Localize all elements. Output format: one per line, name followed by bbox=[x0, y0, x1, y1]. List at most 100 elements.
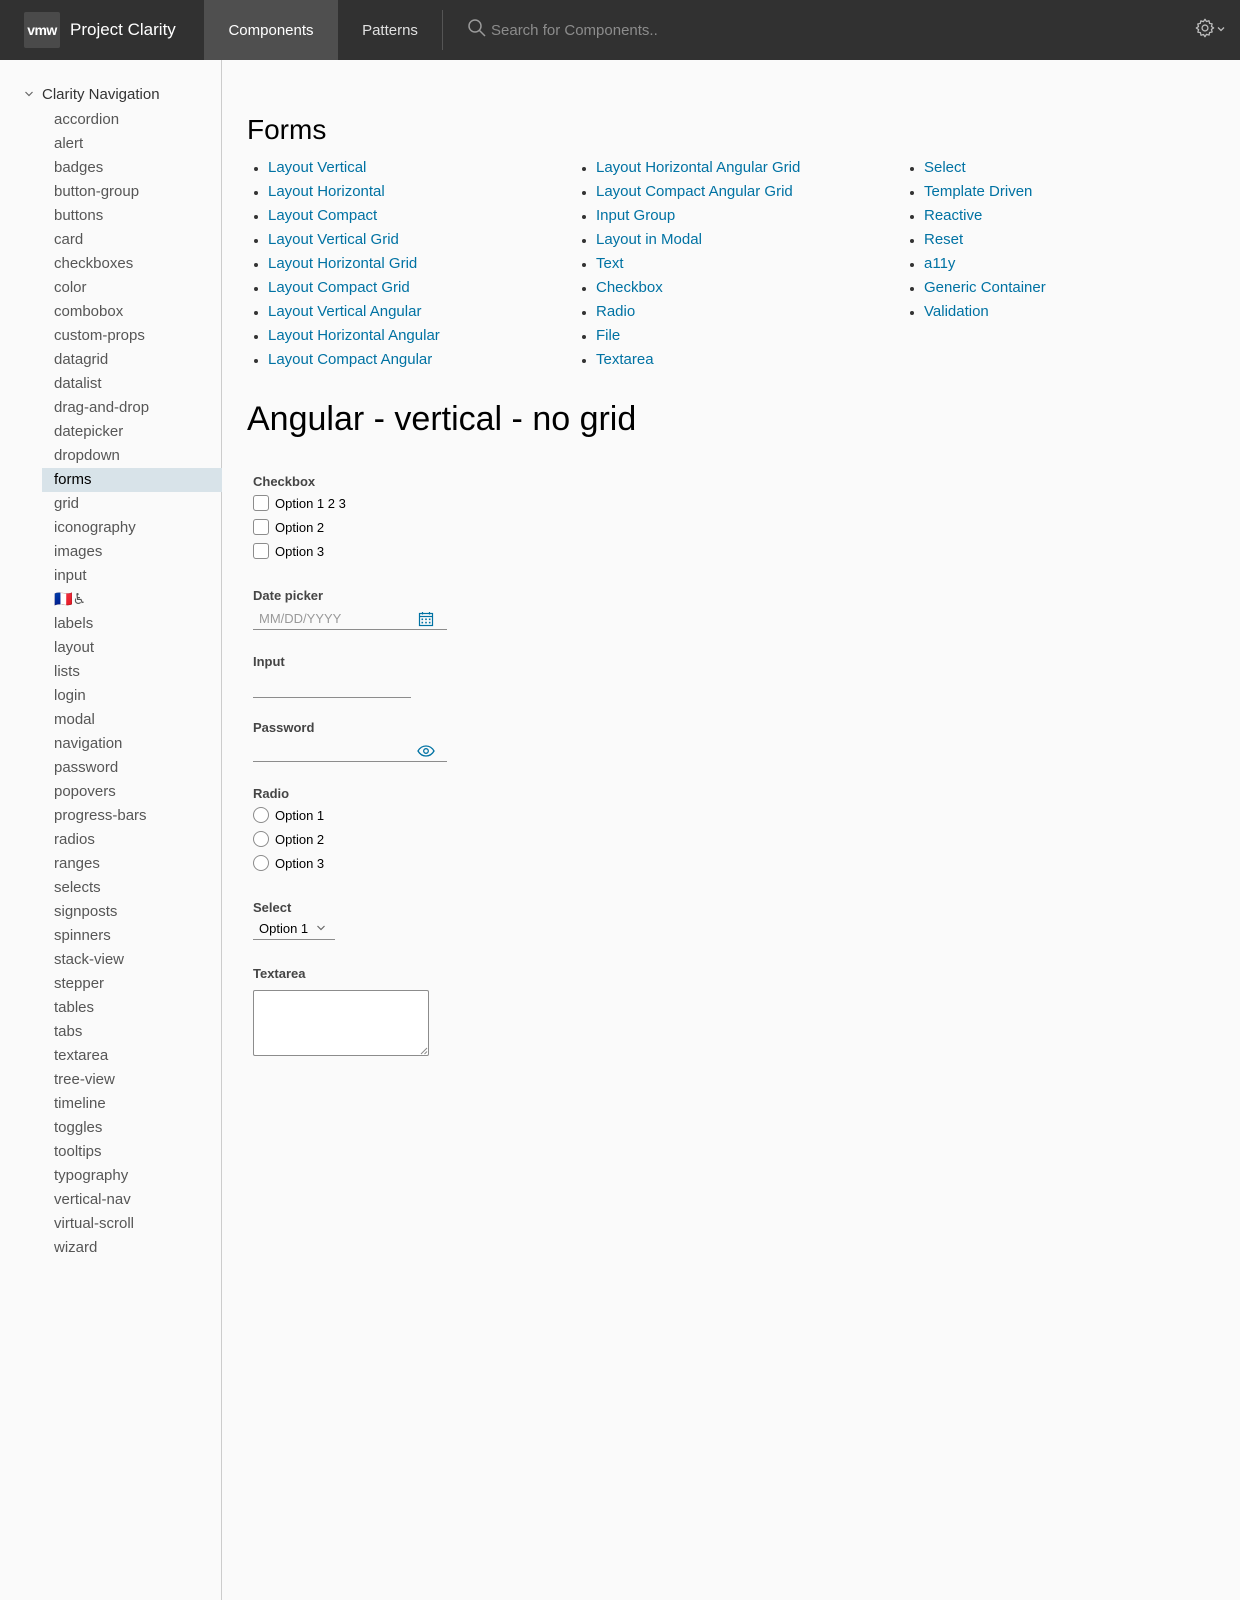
link-layout-horizontal-angular[interactable]: Layout Horizontal Angular bbox=[268, 324, 440, 348]
checkbox-option-1[interactable]: Option 1 2 3 bbox=[253, 495, 346, 511]
link-radio[interactable]: Radio bbox=[596, 300, 800, 324]
sidebar-item-forms[interactable]: forms bbox=[42, 468, 222, 492]
checkbox[interactable] bbox=[253, 543, 269, 559]
link-validation[interactable]: Validation bbox=[924, 300, 1046, 324]
sidebar-item-navigation[interactable]: navigation bbox=[42, 732, 222, 756]
sidebar-item-progress-bars[interactable]: progress-bars bbox=[42, 804, 222, 828]
sidebar-item-custom-props[interactable]: custom-props bbox=[42, 324, 222, 348]
radio-button[interactable] bbox=[253, 831, 269, 847]
sidebar-item-toggles[interactable]: toggles bbox=[42, 1116, 222, 1140]
sidebar-item-login[interactable]: login bbox=[42, 684, 222, 708]
chevron-down-icon[interactable] bbox=[24, 86, 34, 103]
sidebar-item-textarea[interactable]: textarea bbox=[42, 1044, 222, 1068]
sidebar-item-images[interactable]: images bbox=[42, 540, 222, 564]
radio-option-1[interactable]: Option 1 bbox=[253, 807, 324, 823]
checkbox[interactable] bbox=[253, 519, 269, 535]
sidebar-item-datagrid[interactable]: datagrid bbox=[42, 348, 222, 372]
eye-icon[interactable] bbox=[417, 742, 435, 760]
sidebar-item-datalist[interactable]: datalist bbox=[42, 372, 222, 396]
sidebar-item-virtual-scroll[interactable]: virtual-scroll bbox=[42, 1212, 222, 1236]
sidebar-item-button-group[interactable]: button-group bbox=[42, 180, 222, 204]
link-layout-horizontal-angular-grid[interactable]: Layout Horizontal Angular Grid bbox=[596, 156, 800, 180]
sidebar-item-timeline[interactable]: timeline bbox=[42, 1092, 222, 1116]
link-reactive[interactable]: Reactive bbox=[924, 204, 1046, 228]
link-a11y[interactable]: a11y bbox=[924, 252, 1046, 276]
tab-patterns[interactable]: Patterns bbox=[338, 0, 442, 60]
radio-button[interactable] bbox=[253, 855, 269, 871]
tab-components[interactable]: Components bbox=[204, 0, 338, 60]
search-bar[interactable] bbox=[453, 0, 1194, 60]
sidebar-item-lists[interactable]: lists bbox=[42, 660, 222, 684]
sidebar-item-labels[interactable]: labels bbox=[42, 612, 222, 636]
sidebar-item-stepper[interactable]: stepper bbox=[42, 972, 222, 996]
sidebar-item-input[interactable]: input bbox=[42, 564, 222, 588]
link-textarea[interactable]: Textarea bbox=[596, 348, 800, 372]
sidebar-item-alert[interactable]: alert bbox=[42, 132, 222, 156]
gear-icon[interactable] bbox=[1194, 17, 1216, 44]
sidebar-item-card[interactable]: card bbox=[42, 228, 222, 252]
link-generic-container[interactable]: Generic Container bbox=[924, 276, 1046, 300]
sidebar-item-tree-view[interactable]: tree-view bbox=[42, 1068, 222, 1092]
sidebar-item-stack-view[interactable]: stack-view bbox=[42, 948, 222, 972]
link-select[interactable]: Select bbox=[924, 156, 1046, 180]
sidebar-item-datepicker[interactable]: datepicker bbox=[42, 420, 222, 444]
sidebar-item-spinners[interactable]: spinners bbox=[42, 924, 222, 948]
checkbox-option-3[interactable]: Option 3 bbox=[253, 543, 324, 559]
sidebar-item-checkboxes[interactable]: checkboxes bbox=[42, 252, 222, 276]
sidebar-item-drag-and-drop[interactable]: drag-and-drop bbox=[42, 396, 222, 420]
sidebar-title-toggle[interactable]: Clarity Navigation bbox=[24, 86, 160, 103]
sidebar-item-tables[interactable]: tables bbox=[42, 996, 222, 1020]
resize-handle-icon[interactable] bbox=[420, 1047, 428, 1055]
sidebar-item-vertical-nav[interactable]: vertical-nav bbox=[42, 1188, 222, 1212]
link-template-driven[interactable]: Template Driven bbox=[924, 180, 1046, 204]
sidebar-item-i18n-a11y[interactable]: 🇫🇷♿ bbox=[42, 588, 222, 612]
settings-menu[interactable] bbox=[1194, 17, 1240, 44]
link-layout-vertical[interactable]: Layout Vertical bbox=[268, 156, 440, 180]
sidebar-item-buttons[interactable]: buttons bbox=[42, 204, 222, 228]
calendar-icon[interactable] bbox=[417, 610, 435, 628]
sidebar-item-grid[interactable]: grid bbox=[42, 492, 222, 516]
sidebar-item-typography[interactable]: typography bbox=[42, 1164, 222, 1188]
sidebar-item-tooltips[interactable]: tooltips bbox=[42, 1140, 222, 1164]
checkbox[interactable] bbox=[253, 495, 269, 511]
link-layout-horizontal[interactable]: Layout Horizontal bbox=[268, 180, 440, 204]
link-layout-in-modal[interactable]: Layout in Modal bbox=[596, 228, 800, 252]
sidebar-item-password[interactable]: password bbox=[42, 756, 222, 780]
sidebar-item-radios[interactable]: radios bbox=[42, 828, 222, 852]
sidebar-item-accordion[interactable]: accordion bbox=[42, 108, 222, 132]
link-reset[interactable]: Reset bbox=[924, 228, 1046, 252]
sidebar-item-ranges[interactable]: ranges bbox=[42, 852, 222, 876]
radio-option-2[interactable]: Option 2 bbox=[253, 831, 324, 847]
link-text[interactable]: Text bbox=[596, 252, 800, 276]
sidebar-item-combobox[interactable]: combobox bbox=[42, 300, 222, 324]
link-layout-vertical-angular[interactable]: Layout Vertical Angular bbox=[268, 300, 440, 324]
link-input-group[interactable]: Input Group bbox=[596, 204, 800, 228]
checkbox-option-2[interactable]: Option 2 bbox=[253, 519, 324, 535]
sidebar-item-modal[interactable]: modal bbox=[42, 708, 222, 732]
sidebar-item-selects[interactable]: selects bbox=[42, 876, 222, 900]
textarea-field[interactable] bbox=[253, 990, 429, 1056]
sidebar-item-popovers[interactable]: popovers bbox=[42, 780, 222, 804]
sidebar-item-layout[interactable]: layout bbox=[42, 636, 222, 660]
select-dropdown[interactable]: Option 1 bbox=[253, 918, 335, 940]
sidebar-item-dropdown[interactable]: dropdown bbox=[42, 444, 222, 468]
search-input[interactable] bbox=[489, 20, 789, 40]
link-layout-horizontal-grid[interactable]: Layout Horizontal Grid bbox=[268, 252, 440, 276]
sidebar-item-signposts[interactable]: signposts bbox=[42, 900, 222, 924]
radio-option-3[interactable]: Option 3 bbox=[253, 855, 324, 871]
link-layout-compact[interactable]: Layout Compact bbox=[268, 204, 440, 228]
link-layout-compact-angular[interactable]: Layout Compact Angular bbox=[268, 348, 440, 372]
sidebar-item-iconography[interactable]: iconography bbox=[42, 516, 222, 540]
sidebar-item-color[interactable]: color bbox=[42, 276, 222, 300]
sidebar-item-badges[interactable]: badges bbox=[42, 156, 222, 180]
branding[interactable]: vmw Project Clarity bbox=[0, 0, 204, 60]
link-file[interactable]: File bbox=[596, 324, 800, 348]
link-layout-compact-angular-grid[interactable]: Layout Compact Angular Grid bbox=[596, 180, 800, 204]
link-layout-vertical-grid[interactable]: Layout Vertical Grid bbox=[268, 228, 440, 252]
search-icon[interactable] bbox=[467, 18, 487, 43]
sidebar-item-tabs[interactable]: tabs bbox=[42, 1020, 222, 1044]
radio-button[interactable] bbox=[253, 807, 269, 823]
link-checkbox[interactable]: Checkbox bbox=[596, 276, 800, 300]
link-layout-compact-grid[interactable]: Layout Compact Grid bbox=[268, 276, 440, 300]
sidebar-item-wizard[interactable]: wizard bbox=[42, 1236, 222, 1260]
